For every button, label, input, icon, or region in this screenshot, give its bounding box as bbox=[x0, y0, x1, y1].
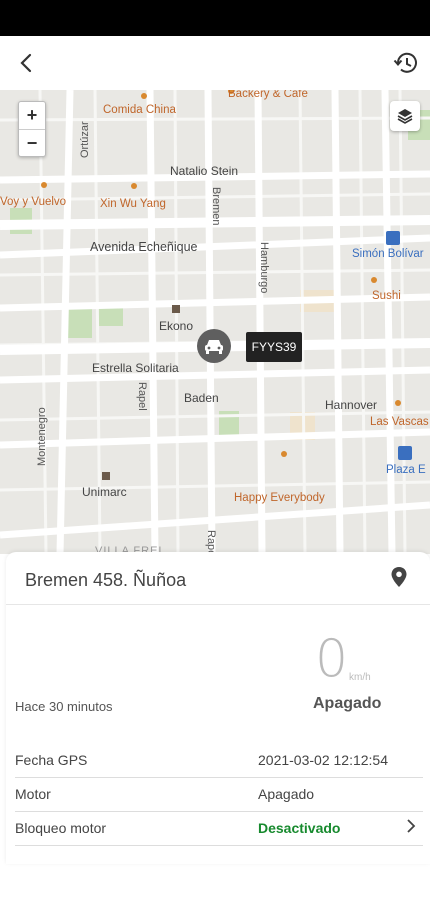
map-label: Rapel bbox=[136, 382, 148, 411]
last-update-time: Hace 30 minutos bbox=[15, 699, 113, 714]
engine-state: Apagado bbox=[313, 695, 382, 712]
map-label: Unimarc bbox=[82, 485, 127, 499]
map-label: Plaza E bbox=[386, 464, 426, 476]
vehicle-marker[interactable] bbox=[197, 329, 231, 363]
zoom-control: + − bbox=[18, 101, 46, 157]
detail-row-engine-lock[interactable]: Bloqueo motor Desactivado bbox=[15, 812, 423, 846]
map-label: Xin Wu Yang bbox=[100, 198, 166, 210]
chevron-right-icon bbox=[407, 819, 416, 833]
map-label: Happy Everybody bbox=[234, 492, 325, 504]
map-label: Estrella Solitaria bbox=[92, 361, 179, 375]
map-label: Ekono bbox=[159, 319, 194, 333]
map-label: Comida China bbox=[103, 104, 176, 116]
history-button[interactable] bbox=[392, 49, 420, 77]
map-label: Montenegro bbox=[36, 407, 48, 466]
chevron-left-icon bbox=[20, 53, 32, 73]
map-view[interactable]: Comida China Backery & Café Ortúzar Nata… bbox=[0, 90, 430, 554]
map-label: Natalio Stein bbox=[170, 164, 239, 178]
location-pin-icon bbox=[391, 567, 407, 587]
map-label: Backery & Café bbox=[228, 90, 308, 100]
vehicle-plate-label: FYYS39 bbox=[246, 332, 302, 362]
row-value: Apagado bbox=[258, 786, 315, 802]
map-label: Simón Bolívar bbox=[352, 248, 424, 260]
map-label: Rapel bbox=[205, 530, 217, 554]
location-pin-button[interactable] bbox=[390, 566, 408, 588]
row-value: 2021-03-02 12:12:54 bbox=[258, 752, 388, 768]
history-icon bbox=[393, 52, 417, 73]
map-label: Hannover bbox=[325, 398, 378, 412]
map-label: Voy y Vuelvo bbox=[0, 196, 67, 208]
row-label: Bloqueo motor bbox=[15, 820, 107, 836]
map-label: Avenida Echeñique bbox=[90, 240, 198, 254]
zoom-in-button[interactable]: + bbox=[19, 102, 45, 130]
speed-unit: km/h bbox=[349, 672, 371, 683]
map-label: Ortúzar bbox=[79, 121, 91, 158]
map-label: Las Vascas bbox=[370, 416, 429, 428]
divider bbox=[6, 604, 430, 605]
status-bar bbox=[0, 0, 430, 36]
map-label: Hamburgo bbox=[258, 242, 270, 294]
map-label: Bremen bbox=[210, 187, 222, 226]
detail-row-motor: Motor Apagado bbox=[15, 778, 423, 812]
engine-lock-status: Desactivado bbox=[258, 820, 341, 836]
vehicle-info-card: Bremen 458. Ñuñoa 0 km/h Apagado Hace 30… bbox=[6, 552, 430, 864]
vehicle-address: Bremen 458. Ñuñoa bbox=[25, 570, 187, 590]
car-icon bbox=[205, 340, 223, 354]
layers-icon bbox=[397, 109, 413, 124]
back-button[interactable] bbox=[14, 50, 40, 76]
map-label: Baden bbox=[184, 391, 219, 405]
map-label: Sushi bbox=[372, 290, 401, 302]
map-canvas bbox=[0, 90, 430, 554]
layers-button[interactable] bbox=[390, 101, 420, 131]
detail-row-gps-date: Fecha GPS 2021-03-02 12:12:54 bbox=[15, 744, 423, 778]
row-label: Fecha GPS bbox=[15, 752, 88, 768]
row-label: Motor bbox=[15, 786, 51, 802]
speed-value: 0 bbox=[315, 629, 349, 689]
zoom-out-button[interactable]: − bbox=[19, 130, 45, 156]
app-header bbox=[0, 36, 430, 90]
